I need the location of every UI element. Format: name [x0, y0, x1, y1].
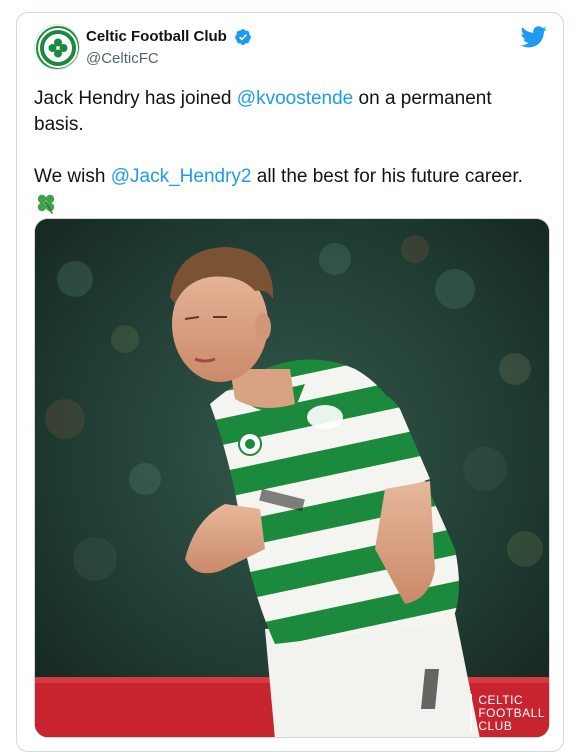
four-leaf-clover-icon: [37, 194, 55, 214]
twitter-bird-icon[interactable]: [521, 26, 547, 48]
tweet-paragraph-1: Jack Hendry has joined @kvoostende on a …: [34, 86, 546, 138]
author-avatar[interactable]: [34, 24, 80, 70]
tweet-header: Celtic Football Club @CelticFC: [34, 24, 547, 76]
verified-badge-icon: [235, 29, 252, 45]
watermark-line-3: CLUB: [478, 719, 513, 733]
text-segment: We wish: [34, 166, 111, 187]
tweet-card[interactable]: Celtic Football Club @CelticFC Jack Hend…: [16, 12, 564, 752]
celtic-crest-icon: [36, 26, 79, 69]
author-display-name[interactable]: Celtic Football Club: [86, 27, 227, 47]
text-segment: all the best for his future career.: [251, 166, 523, 187]
tweet-media-photo[interactable]: CELTIC FOOTBALL CLUB: [34, 218, 550, 738]
player-photo: [35, 219, 549, 737]
tweet-text: Jack Hendry has joined @kvoostende on a …: [34, 86, 546, 216]
text-segment: Jack Hendry has joined: [34, 88, 237, 109]
mention-jack-hendry2[interactable]: @Jack_Hendry2: [111, 166, 252, 187]
tweet-paragraph-2: We wish @Jack_Hendry2 all the best for h…: [34, 164, 546, 190]
mention-kvoostende[interactable]: @kvoostende: [237, 88, 353, 109]
author-handle[interactable]: @CelticFC: [86, 49, 252, 69]
celtic-watermark: CELTIC FOOTBALL CLUB: [470, 694, 545, 733]
clover-emoji-line: [34, 190, 546, 216]
